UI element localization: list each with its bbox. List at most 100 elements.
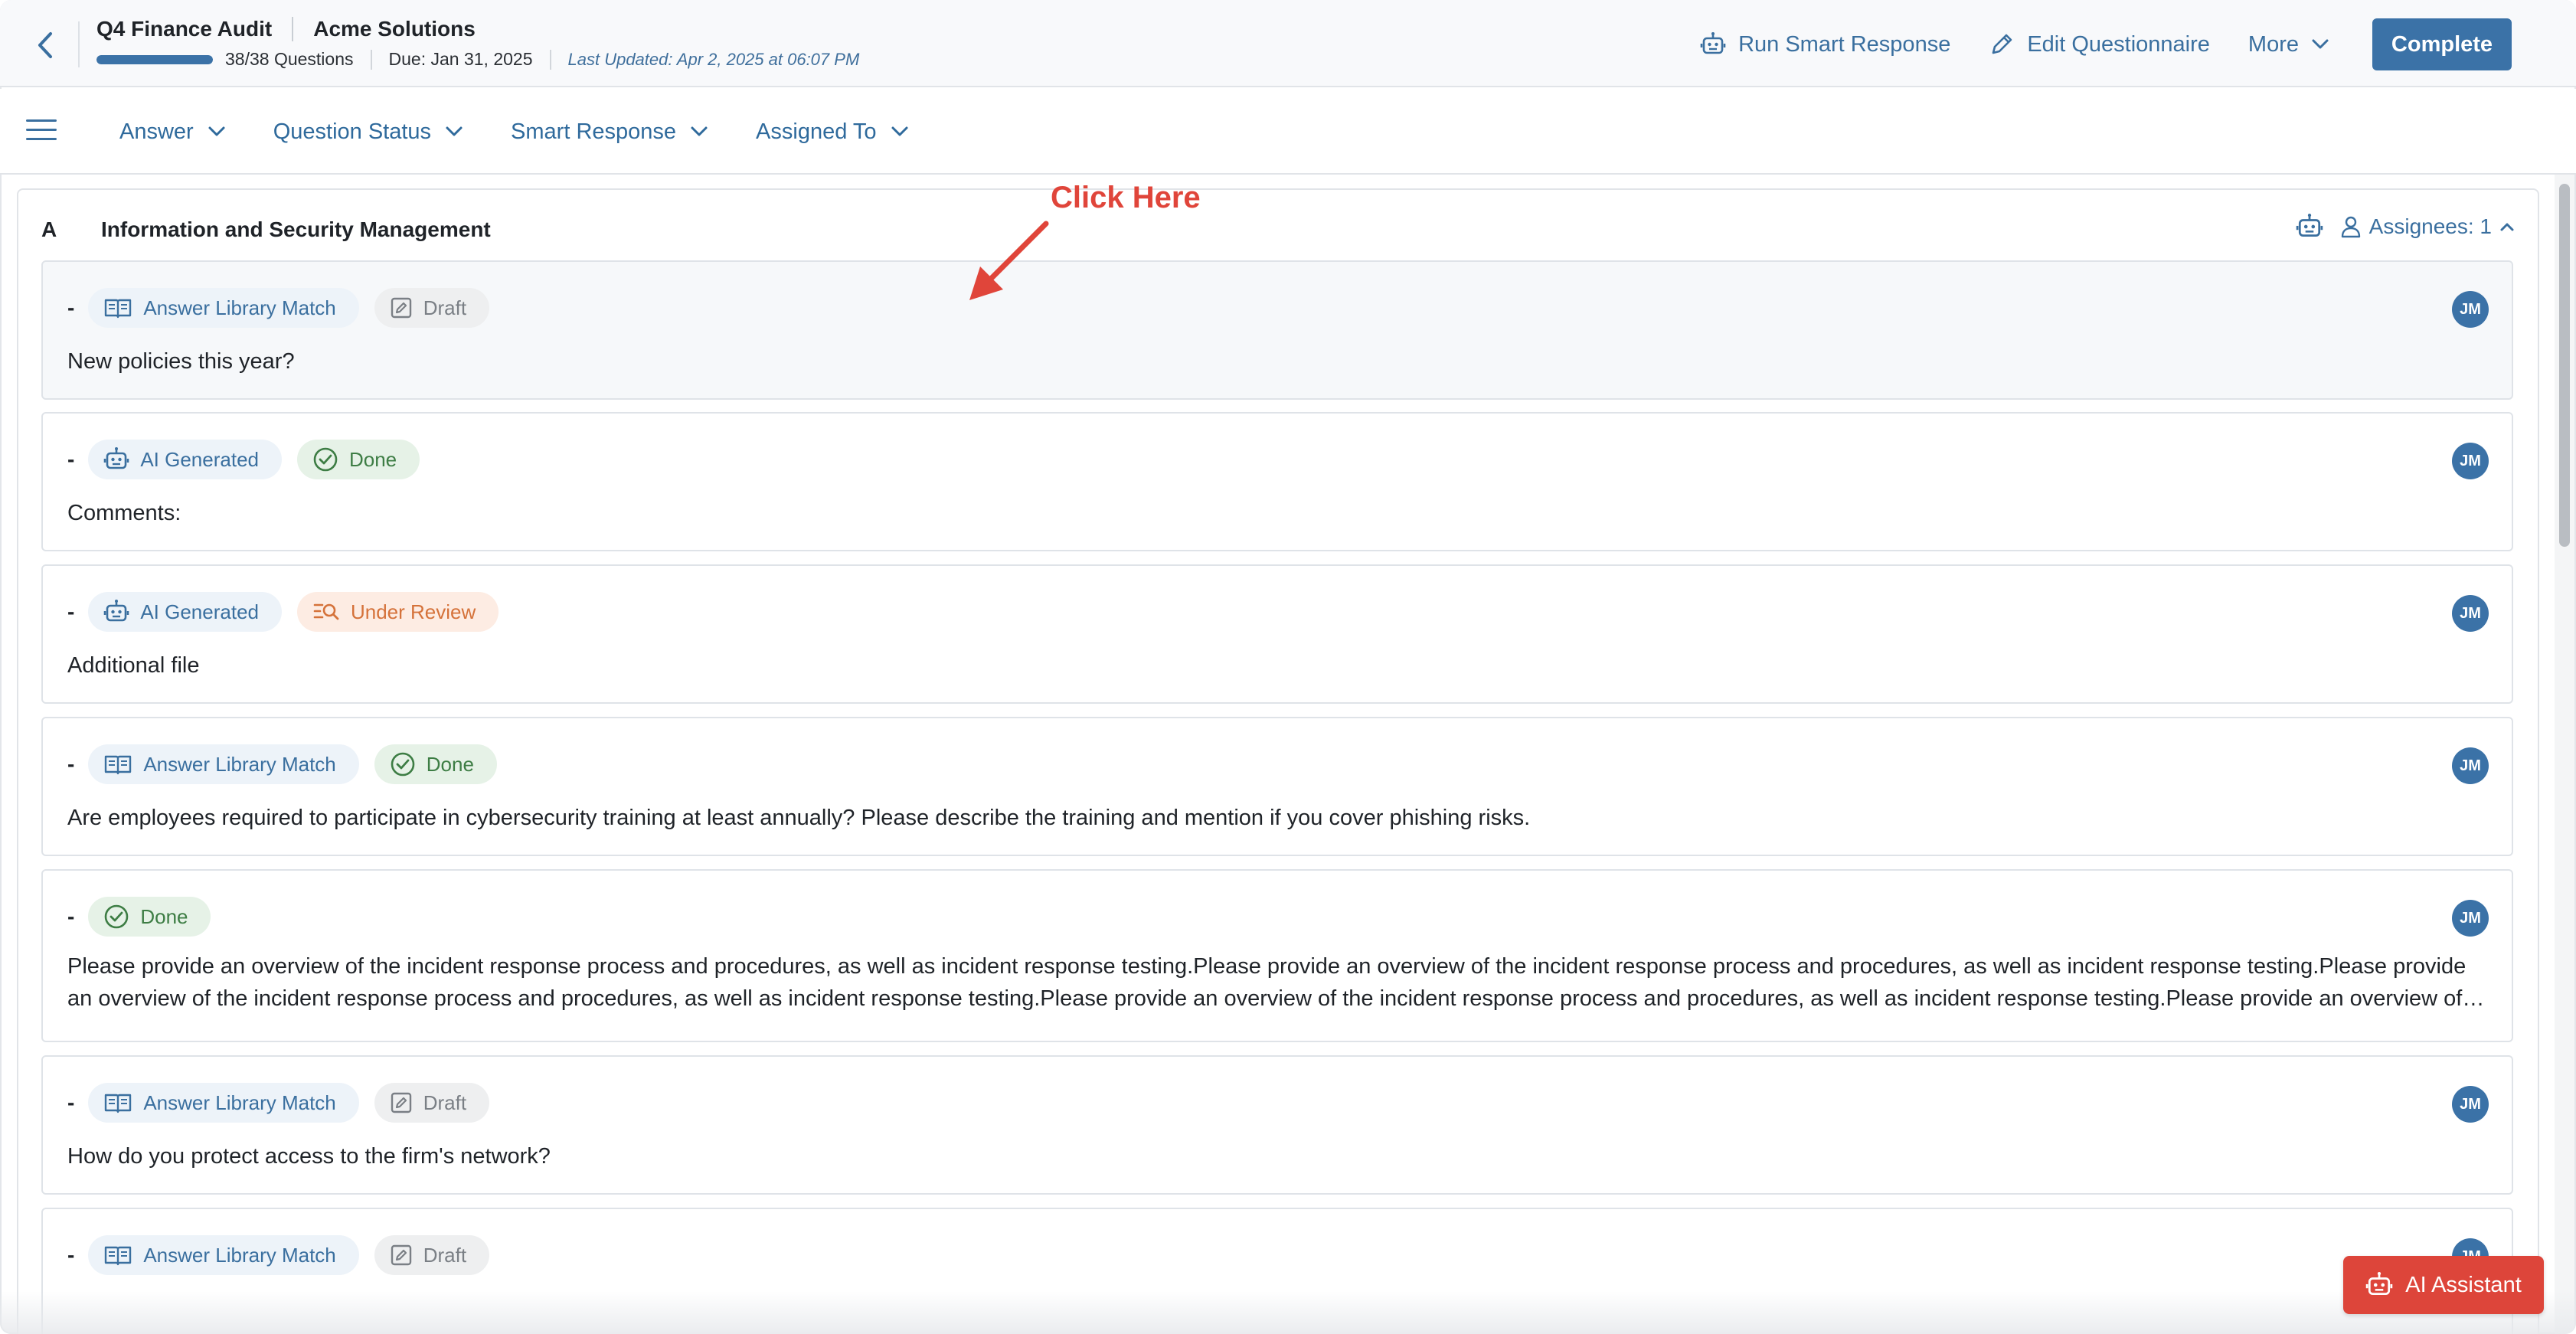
status-badge: Draft	[374, 288, 490, 328]
progress-bar	[96, 54, 213, 64]
status-badge: Draft	[374, 1235, 490, 1275]
avatar[interactable]: JM	[2452, 747, 2489, 784]
more-label: More	[2247, 31, 2299, 57]
filter-assigned-to[interactable]: Assigned To	[756, 115, 908, 149]
assignees-label: Assignees: 1	[2368, 214, 2492, 238]
run-smart-response-label: Run Smart Response	[1738, 31, 1951, 57]
back-button[interactable]	[26, 26, 64, 64]
status-badge: Done	[88, 897, 211, 937]
source-badge: Answer Library Match	[88, 1235, 359, 1275]
source-badge: AI Generated	[88, 440, 282, 479]
scrollbar[interactable]	[2555, 175, 2574, 1334]
hamburger-icon[interactable]	[26, 119, 57, 144]
status-label: Done	[348, 447, 397, 471]
avatar[interactable]: JM	[2452, 1086, 2489, 1123]
question-number: -	[67, 752, 75, 776]
question-text: Are employees required to participate in…	[67, 806, 1531, 830]
book-icon	[105, 755, 132, 775]
status-label: Done	[426, 752, 474, 776]
status-badge: Draft	[374, 1083, 490, 1123]
section-title: Information and Security Management	[101, 217, 491, 241]
question-number: -	[67, 904, 75, 928]
source-label: Answer Library Match	[143, 296, 336, 319]
company-name: Acme Solutions	[313, 17, 476, 41]
question-number: -	[67, 447, 75, 471]
question-card[interactable]: - Answer Library Match Draft JM New poli…	[41, 260, 2513, 400]
filter-question-status[interactable]: Question Status	[273, 115, 463, 149]
app-window: Q4 Finance Audit Acme Solutions 38/38 Qu…	[0, 0, 2576, 1334]
avatar[interactable]: JM	[2452, 291, 2489, 328]
question-card[interactable]: - Done JM Please provide an overview of …	[41, 869, 2513, 1042]
chevron-down-icon	[208, 126, 225, 136]
header: Q4 Finance Audit Acme Solutions 38/38 Qu…	[0, 0, 2576, 87]
title-divider	[292, 17, 294, 41]
filter-label: Assigned To	[756, 119, 877, 144]
source-label: AI Generated	[140, 447, 259, 471]
question-card[interactable]: - AI Generated Under Review JM Additiona…	[41, 564, 2513, 704]
question-text: Additional file	[67, 653, 200, 678]
chevron-left-icon	[38, 32, 52, 58]
status-label: Done	[140, 904, 188, 928]
meta-divider	[370, 49, 372, 70]
status-badge: Done	[374, 744, 497, 784]
due-date: Due: Jan 31, 2025	[388, 49, 533, 69]
filter-bar: Answer Question Status Smart Response As…	[0, 89, 2576, 175]
status-label: Draft	[423, 296, 467, 319]
status-badge: Under Review	[296, 592, 499, 632]
person-icon	[2341, 216, 2360, 238]
filter-smart-response[interactable]: Smart Response	[511, 115, 708, 149]
filter-label: Answer	[119, 119, 194, 144]
source-label: Answer Library Match	[143, 1090, 336, 1114]
question-number: -	[67, 296, 75, 319]
check-circle-icon	[105, 904, 129, 929]
chevron-down-icon	[691, 126, 708, 136]
complete-button[interactable]: Complete	[2372, 18, 2512, 70]
meta-divider	[549, 49, 551, 70]
question-card[interactable]: - AI Generated Done JM Comments:	[41, 412, 2513, 551]
source-badge: Answer Library Match	[88, 1083, 359, 1123]
question-number: -	[67, 1090, 75, 1114]
edit-square-icon	[391, 1244, 411, 1266]
robot-icon	[104, 600, 129, 622]
section-header[interactable]: A Information and Security Management As…	[18, 190, 2538, 260]
robot-icon	[104, 447, 129, 469]
click-here-annotation: Click Here	[1051, 181, 1201, 214]
run-smart-response-button[interactable]: Run Smart Response	[1700, 18, 1950, 70]
edit-questionnaire-label: Edit Questionnaire	[2027, 31, 2210, 57]
status-label: Draft	[423, 1243, 467, 1267]
robot-icon[interactable]	[2296, 213, 2323, 240]
question-card[interactable]: - Answer Library Match Draft JM	[41, 1208, 2513, 1334]
questionnaire-title: Q4 Finance Audit	[96, 17, 273, 41]
check-circle-icon	[313, 447, 338, 472]
question-card[interactable]: - Answer Library Match Done JM Are emplo…	[41, 717, 2513, 856]
edit-square-icon	[391, 297, 411, 319]
source-label: Answer Library Match	[143, 1243, 336, 1267]
edit-questionnaire-button[interactable]: Edit Questionnaire	[1989, 18, 2210, 70]
question-text: New policies this year?	[67, 349, 295, 374]
annotation-arrow-icon	[969, 221, 1049, 300]
ai-assistant-label: AI Assistant	[2405, 1272, 2522, 1297]
assignees-toggle[interactable]: Assignees: 1	[2340, 214, 2515, 239]
source-badge: AI Generated	[88, 592, 282, 632]
robot-icon	[2365, 1272, 2393, 1296]
question-text: How do you protect access to the firm's …	[67, 1144, 551, 1169]
progress-fill	[96, 54, 213, 64]
more-dropdown[interactable]: More	[2248, 18, 2329, 70]
scrollbar-thumb[interactable]	[2559, 184, 2570, 547]
source-label: AI Generated	[140, 600, 259, 623]
avatar[interactable]: JM	[2452, 900, 2489, 937]
question-card[interactable]: - Answer Library Match Draft JM How do y…	[41, 1055, 2513, 1195]
book-icon	[105, 1094, 132, 1113]
pencil-icon	[1992, 34, 2012, 54]
avatar[interactable]: JM	[2452, 443, 2489, 479]
question-text: Please provide an overview of the incide…	[67, 954, 2466, 1011]
source-badge: Answer Library Match	[88, 744, 359, 784]
ai-assistant-button[interactable]: AI Assistant	[2343, 1256, 2544, 1314]
book-icon	[105, 299, 132, 319]
chevron-down-icon	[891, 126, 908, 136]
avatar[interactable]: JM	[2452, 595, 2489, 632]
check-circle-icon	[391, 752, 415, 777]
question-number: -	[67, 600, 75, 623]
filter-answer[interactable]: Answer	[119, 115, 226, 149]
search-list-icon	[313, 603, 339, 620]
